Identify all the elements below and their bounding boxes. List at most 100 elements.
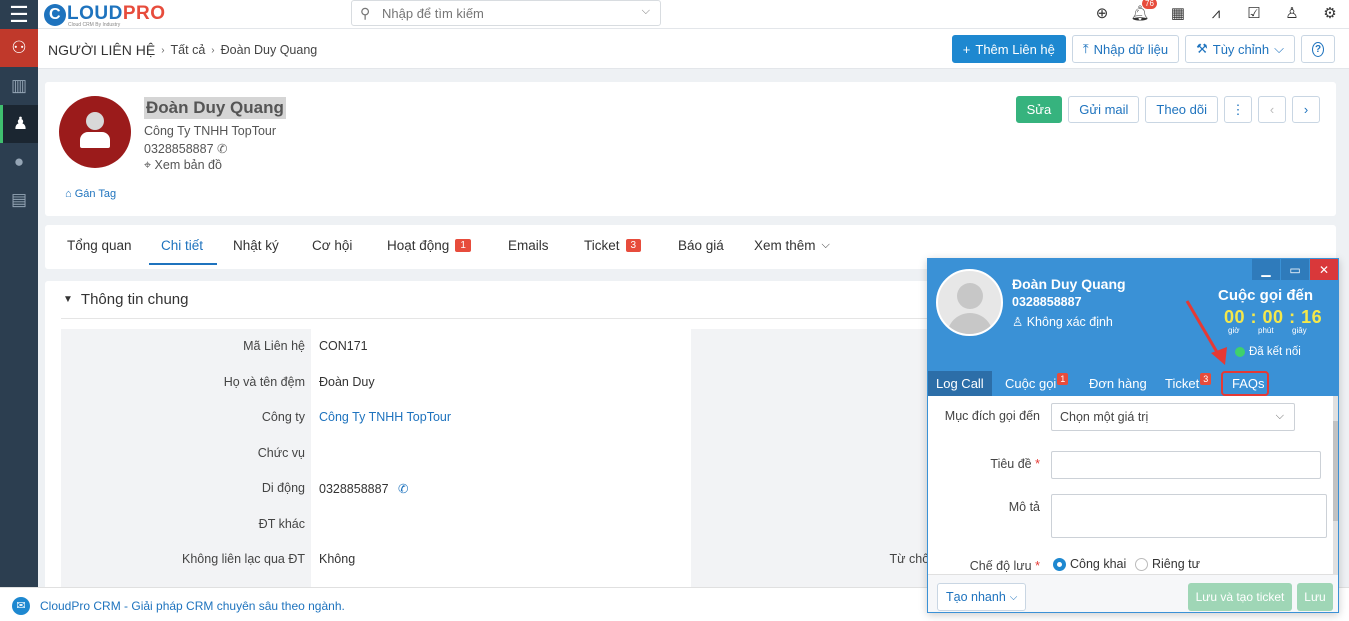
user-icon[interactable]: ♙ (1273, 0, 1311, 26)
tab-calls[interactable]: Cuộc gọi 1 (1005, 373, 1069, 391)
field-label: Không liên lạc qua ĐT (182, 552, 305, 566)
checkbox-icon[interactable]: ☑ (1235, 0, 1273, 26)
save-button[interactable]: Lưu (1297, 583, 1333, 611)
tab-ticket[interactable]: Ticket 3 (584, 238, 642, 253)
timer-label-minute: phút (1258, 326, 1274, 335)
purpose-label: Mục đích gọi đến (944, 409, 1040, 423)
contact-name: Đoàn Duy Quang (144, 97, 286, 119)
breadcrumb: NGƯỜI LIÊN HỆ › Tất cả › Đoàn Duy Quang (48, 42, 317, 58)
profile-actions: Sửa Gửi mail Theo dõi ⋮ ‹ › (1015, 96, 1320, 123)
caller-avatar (936, 269, 1003, 336)
sidebar-item-contacts-group[interactable]: ⚇ (0, 29, 38, 67)
tab-orders[interactable]: Đơn hàng (1089, 376, 1147, 391)
description-textarea[interactable] (1051, 494, 1327, 538)
user-outline-icon: ♙ (1012, 315, 1024, 329)
window-controls: ▁ ▭ ✕ (1251, 259, 1338, 280)
gear-icon[interactable]: ⚙ (1311, 0, 1349, 26)
radio-private[interactable]: Riêng tư (1135, 557, 1200, 571)
maximize-icon[interactable]: ▭ (1280, 259, 1309, 280)
caret-down-icon: ▼ (63, 294, 73, 305)
breadcrumb-bar: NGƯỜI LIÊN HỆ › Tất cả › Đoàn Duy Quang … (38, 29, 1349, 69)
breadcrumb-root[interactable]: NGƯỜI LIÊN HỆ (48, 42, 155, 58)
tab-log[interactable]: Nhật ký (233, 238, 279, 253)
breadcrumb-current: Đoàn Duy Quang (220, 43, 318, 57)
field-label: ĐT khác (258, 517, 305, 531)
ticket-count-badge: 3 (1200, 373, 1212, 385)
sidebar-item-organizations[interactable]: ▥ (0, 67, 38, 105)
send-mail-button[interactable]: Gửi mail (1068, 96, 1140, 123)
call-popup-header: ▁ ▭ ✕ Đoàn Duy Quang 0328858887 ♙ Không … (928, 259, 1338, 396)
id-card-icon: ▤ (10, 190, 28, 209)
map-link[interactable]: ⌖ Xem bản đồ (144, 158, 222, 173)
radio-public[interactable]: Công khai (1053, 557, 1126, 571)
hamburger-menu-icon[interactable]: ☰ (0, 0, 38, 29)
next-button[interactable]: › (1292, 96, 1320, 123)
plus-icon: + (962, 41, 971, 57)
quick-create-button[interactable]: Tạo nhanh ⌵ (937, 583, 1027, 611)
tab-log-call[interactable]: Log Call (928, 371, 992, 396)
cloudpro-logo[interactable]: C LOUDPRO Cloud CRM By Industry (44, 3, 166, 28)
section-header[interactable]: ▼ Thông tin chung (63, 291, 188, 308)
tab-details[interactable]: Chi tiết (161, 238, 203, 253)
field-label: Chức vụ (257, 446, 305, 460)
contact-avatar[interactable] (59, 96, 131, 168)
app-root: ☰ CLOUDPRO Cloud CRM By Industry ⚲ ⌵ ⊕ 🔔… (0, 0, 1349, 621)
chart-icon[interactable]: ⩘ (1197, 0, 1235, 26)
bell-icon[interactable]: 🔔︎ 76 (1121, 0, 1159, 26)
minimize-icon[interactable]: ▁ (1251, 259, 1280, 280)
field-value: 0328858887 ✆ (319, 482, 409, 496)
tab-quotes[interactable]: Báo giá (678, 238, 724, 253)
connection-status: Đã kết nối (1235, 346, 1301, 358)
wrench-icon: ⚒ (1196, 41, 1208, 56)
sidebar-item-contacts[interactable]: ♟ (0, 105, 38, 143)
company-link[interactable]: Công Ty TNHH TopTour (319, 410, 451, 424)
chevron-right-icon: › (1303, 102, 1309, 117)
tab-faqs[interactable]: FAQs (1232, 376, 1265, 391)
sidebar-item-leads[interactable]: ● (0, 143, 38, 181)
tab-emails[interactable]: Emails (508, 238, 549, 253)
caller-name[interactable]: Đoàn Duy Quang (1012, 276, 1126, 292)
breadcrumb-all[interactable]: Tất cả (171, 43, 206, 57)
add-tag-link[interactable]: ⌂ Gán Tag (65, 188, 116, 200)
chevron-right-icon: › (211, 44, 215, 56)
chevron-down-icon[interactable]: ⌵ (642, 5, 650, 18)
phone-icon[interactable]: ✆ (398, 482, 408, 496)
top-icons: ⊕ 🔔︎ 76 ▦ ⩘ ☑ ♙ ⚙ (1083, 0, 1349, 29)
tab-activities[interactable]: Hoạt động 1 (387, 238, 471, 253)
contact-phone-line: 0328858887 ✆ (144, 142, 228, 156)
help-button[interactable]: ? (1301, 35, 1335, 63)
follow-button[interactable]: Theo dõi (1145, 96, 1218, 123)
chevron-down-icon: ⌵ (821, 239, 830, 251)
sidebar: ⚇ ▥ ♟ ● ▤ (0, 29, 38, 621)
tab-overview[interactable]: Tổng quan (67, 238, 132, 253)
edit-button[interactable]: Sửa (1015, 96, 1063, 123)
add-contact-button[interactable]: + Thêm Liên hệ (951, 35, 1066, 63)
save-and-create-ticket-button[interactable]: Lưu và tạo ticket (1188, 583, 1292, 611)
vertical-dots-icon: ⋮ (1231, 101, 1245, 117)
incoming-call-popup: ▁ ▭ ✕ Đoàn Duy Quang 0328858887 ♙ Không … (927, 258, 1339, 613)
add-circle-icon[interactable]: ⊕ (1083, 0, 1121, 26)
calendar-icon[interactable]: ▦ (1159, 0, 1197, 26)
active-tab-indicator (149, 263, 217, 265)
form-scrollbar[interactable] (1333, 396, 1338, 574)
calls-count-badge: 1 (1057, 373, 1069, 385)
radio-unchecked (1135, 557, 1148, 571)
tab-more[interactable]: Xem thêm ⌵ (754, 238, 830, 253)
purpose-select[interactable]: Chọn một giá trị ⌵ (1051, 403, 1295, 431)
global-search[interactable]: ⚲ ⌵ (351, 0, 661, 26)
customize-button[interactable]: ⚒ Tùy chỉnh ⌵ (1185, 35, 1295, 63)
search-input[interactable] (382, 4, 632, 22)
tab-ticket[interactable]: Ticket 3 (1165, 373, 1212, 391)
sidebar-item-documents[interactable]: ▤ (0, 181, 38, 219)
field-label: Công ty (261, 410, 305, 424)
caller-phone: 0328858887 (1012, 295, 1082, 309)
import-data-button[interactable]: ⤒ Nhập dữ liệu (1071, 35, 1180, 63)
phone-icon[interactable]: ✆ (217, 142, 227, 156)
more-options-button[interactable]: ⋮ (1224, 96, 1252, 123)
tab-opportunities[interactable]: Cơ hội (312, 238, 352, 253)
footer-message[interactable]: ✉ CloudPro CRM - Giải pháp CRM chuyên sâu… (12, 597, 345, 615)
subject-input[interactable] (1051, 451, 1321, 479)
close-icon[interactable]: ✕ (1309, 259, 1338, 280)
left-fields: Mã Liên hệ CON171 Họ và tên đệm Đoàn Duy C… (61, 329, 689, 591)
previous-button[interactable]: ‹ (1258, 96, 1286, 123)
